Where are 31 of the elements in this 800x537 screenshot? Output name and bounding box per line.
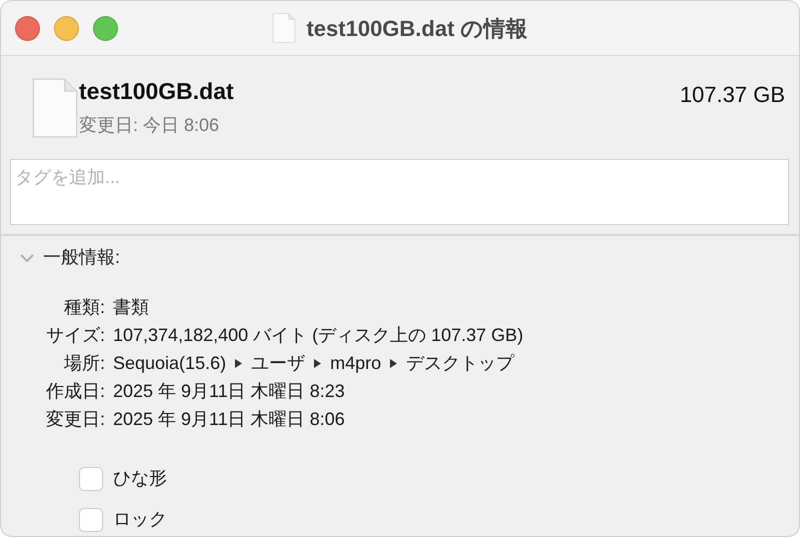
path-arrow-icon: [390, 358, 398, 368]
modified-date: 変更日: 今日 8:06: [79, 114, 220, 137]
info-value: 2025 年 9月11日 木曜日 8:06: [113, 408, 345, 431]
checkbox[interactable]: [79, 466, 103, 490]
path-segment[interactable]: m4pro: [330, 349, 382, 377]
info-label: 変更日:: [44, 408, 105, 431]
info-label: 種類:: [62, 296, 105, 319]
close-button[interactable]: [15, 16, 40, 41]
file-name: test100GB.dat: [79, 78, 234, 106]
path-segment[interactable]: デスクトップ: [406, 349, 514, 377]
path-arrow-icon: [235, 358, 242, 368]
minimize-button[interactable]: [54, 16, 79, 41]
zoom-button[interactable]: [93, 16, 118, 41]
window-title: test100GB.dat の情報: [306, 14, 528, 42]
checkbox-label: ロック: [113, 508, 167, 531]
path-segment[interactable]: ユーザ: [251, 349, 306, 377]
info-label: サイズ:: [44, 324, 105, 347]
info-label: 場所:: [62, 352, 105, 375]
tags-field[interactable]: タグを追加...: [10, 159, 789, 225]
path-segment[interactable]: Sequoia(15.6): [113, 349, 226, 377]
checkbox-label: ひな形: [113, 467, 167, 490]
section-title[interactable]: 一般情報:: [43, 244, 120, 271]
file-size: 107.37 GB: [680, 81, 785, 109]
info-value: 2025 年 9月11日 木曜日 8:23: [113, 380, 345, 403]
checkbox[interactable]: [79, 508, 103, 532]
info-value: 107,374,182,400 バイト (ディスク上の 107.37 GB): [113, 324, 524, 347]
info-label: 作成日:: [44, 380, 105, 403]
document-icon: [31, 78, 79, 138]
path-arrow-icon: [314, 358, 322, 368]
info-value: 書類: [113, 296, 149, 319]
document-icon: [272, 13, 296, 43]
